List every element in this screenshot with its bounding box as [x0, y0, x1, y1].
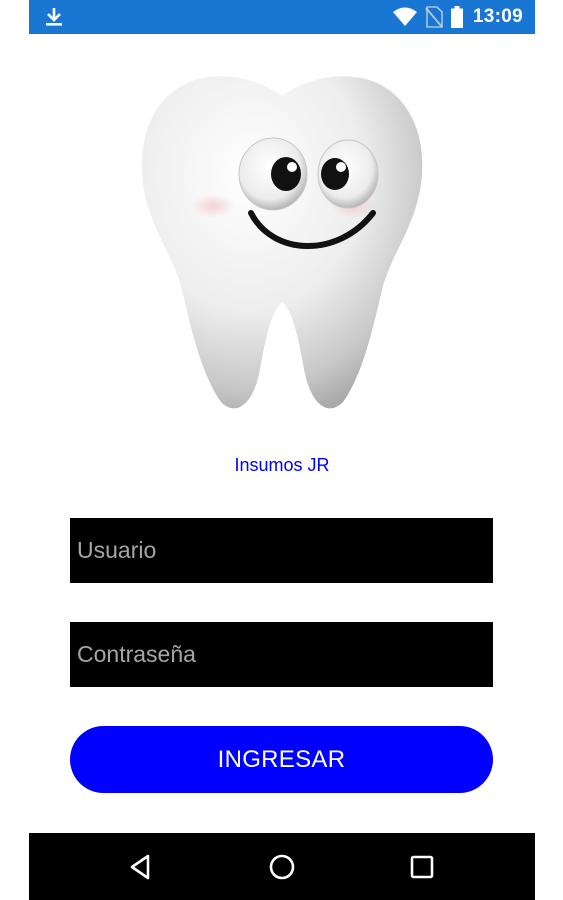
password-field[interactable] — [70, 622, 493, 687]
no-sim-icon — [425, 6, 443, 28]
battery-icon — [450, 6, 463, 28]
smiling-tooth-logo — [141, 76, 423, 409]
back-icon[interactable] — [126, 852, 156, 882]
recents-icon[interactable] — [407, 852, 437, 882]
navigation-bar — [29, 833, 535, 900]
login-button[interactable]: INGRESAR — [70, 726, 493, 793]
home-icon[interactable] — [267, 852, 297, 882]
status-bar: 13:09 — [29, 0, 535, 34]
username-field[interactable] — [70, 518, 493, 583]
download-icon — [46, 8, 62, 26]
app-screen: 13:09 Insumos JR Usuario INGRESAR — [29, 0, 535, 900]
wifi-icon — [392, 7, 417, 26]
status-time: 13:09 — [472, 6, 523, 27]
status-icons: 13:09 — [392, 0, 523, 34]
app-title: Insumos JR — [234, 455, 330, 475]
